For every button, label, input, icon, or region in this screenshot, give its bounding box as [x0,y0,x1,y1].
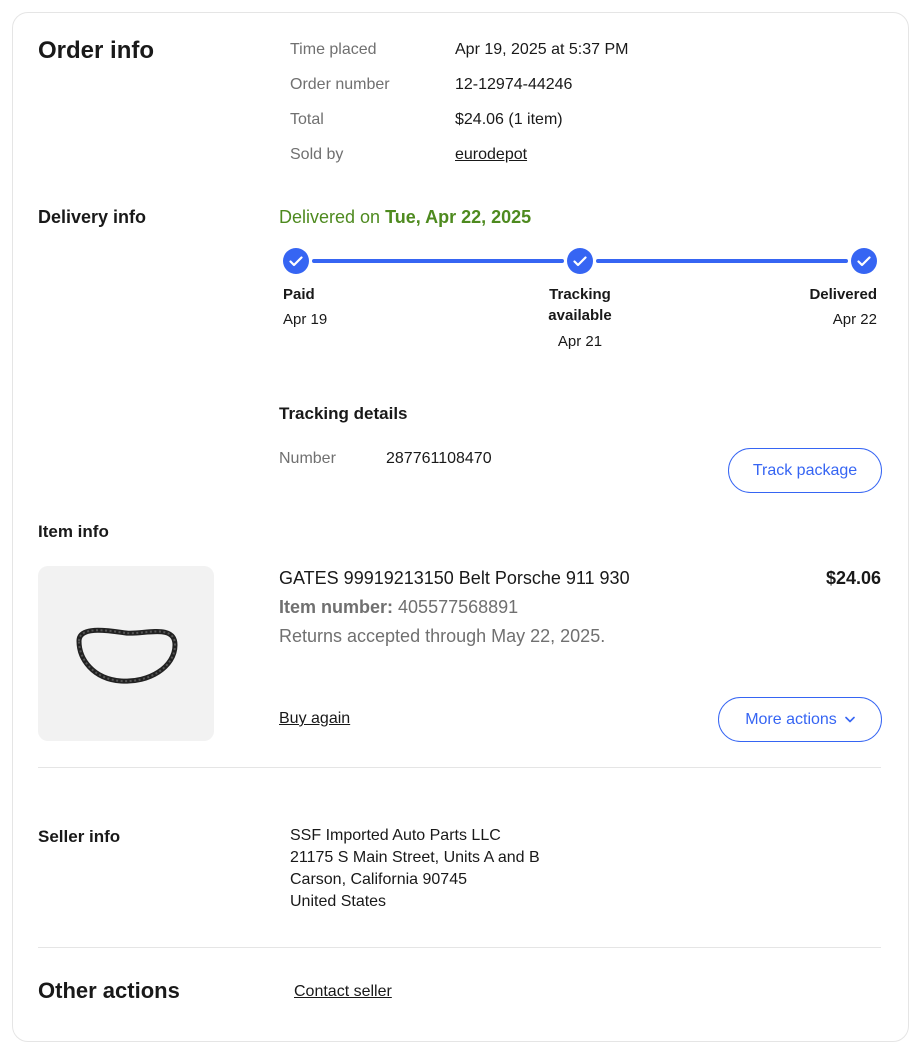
seller-link[interactable]: eurodepot [455,146,527,164]
tracking-number-value: 287761108470 [386,450,492,467]
order-number-label: Order number [290,76,390,93]
sold-by-label: Sold by [290,146,344,163]
step-tracking-date: Apr 21 [557,333,603,350]
order-info-heading: Order info [38,37,155,64]
more-actions-label: More actions [745,710,837,728]
step-tracking-label-line2: available [548,307,612,324]
timing-belt-icon [76,627,178,684]
total-label: Total [290,111,324,128]
paid-check-icon [283,248,309,274]
returns-policy: Returns accepted through May 22, 2025. [279,626,606,646]
step-tracking-label: Tracking available [530,284,630,326]
total-value: $24.06 (1 item) [455,111,563,128]
seller-name: SSF Imported Auto Parts LLC [290,827,501,844]
time-placed-label: Time placed [290,41,377,58]
item-divider [38,767,881,768]
step-delivered-date: Apr 22 [832,311,877,328]
item-number-value: 405577568891 [398,597,519,617]
delivery-status-date: Tue, Apr 22, 2025 [385,207,532,227]
track-package-button[interactable]: Track package [728,448,882,493]
item-image[interactable] [38,566,214,741]
more-actions-button[interactable]: More actions [718,697,882,742]
delivery-info-heading: Delivery info [38,207,147,227]
item-price: $24.06 [825,568,881,588]
step-paid-date: Apr 19 [283,311,328,328]
order-number-value: 12-12974-44246 [455,76,573,93]
step-paid-label: Paid [283,286,315,303]
time-placed-value: Apr 19, 2025 at 5:37 PM [455,41,629,58]
seller-country: United States [290,893,387,910]
chevron-down-icon [844,716,855,723]
step-delivered-label: Delivered [809,286,877,303]
item-title[interactable]: GATES 99919213150 Belt Porsche 911 930 [279,568,630,589]
other-actions-heading: Other actions [38,978,180,1003]
item-info-heading: Item info [38,522,109,541]
progress-bar-segment-2 [596,259,848,263]
seller-address: SSF Imported Auto Parts LLC 21175 S Main… [290,825,540,913]
tracking-check-icon [567,248,593,274]
buy-again-link[interactable]: Buy again [279,710,350,728]
item-number-label: Item number: [279,597,394,617]
seller-city: Carson, California 90745 [290,871,467,888]
seller-info-heading: Seller info [38,827,121,846]
delivered-check-icon [851,248,877,274]
seller-street: 21175 S Main Street, Units A and B [290,849,540,866]
seller-divider [38,947,881,948]
step-tracking-label-line1: Tracking [549,286,611,303]
tracking-number-label: Number [279,450,336,467]
delivery-status: Delivered on Tue, Apr 22, 2025 [279,207,531,228]
progress-bar-segment-1 [312,259,564,263]
tracking-details-heading: Tracking details [279,404,408,423]
contact-seller-link[interactable]: Contact seller [294,983,392,1001]
delivery-status-prefix: Delivered on [279,207,381,227]
item-number: Item number: 405577568891 [279,597,518,618]
